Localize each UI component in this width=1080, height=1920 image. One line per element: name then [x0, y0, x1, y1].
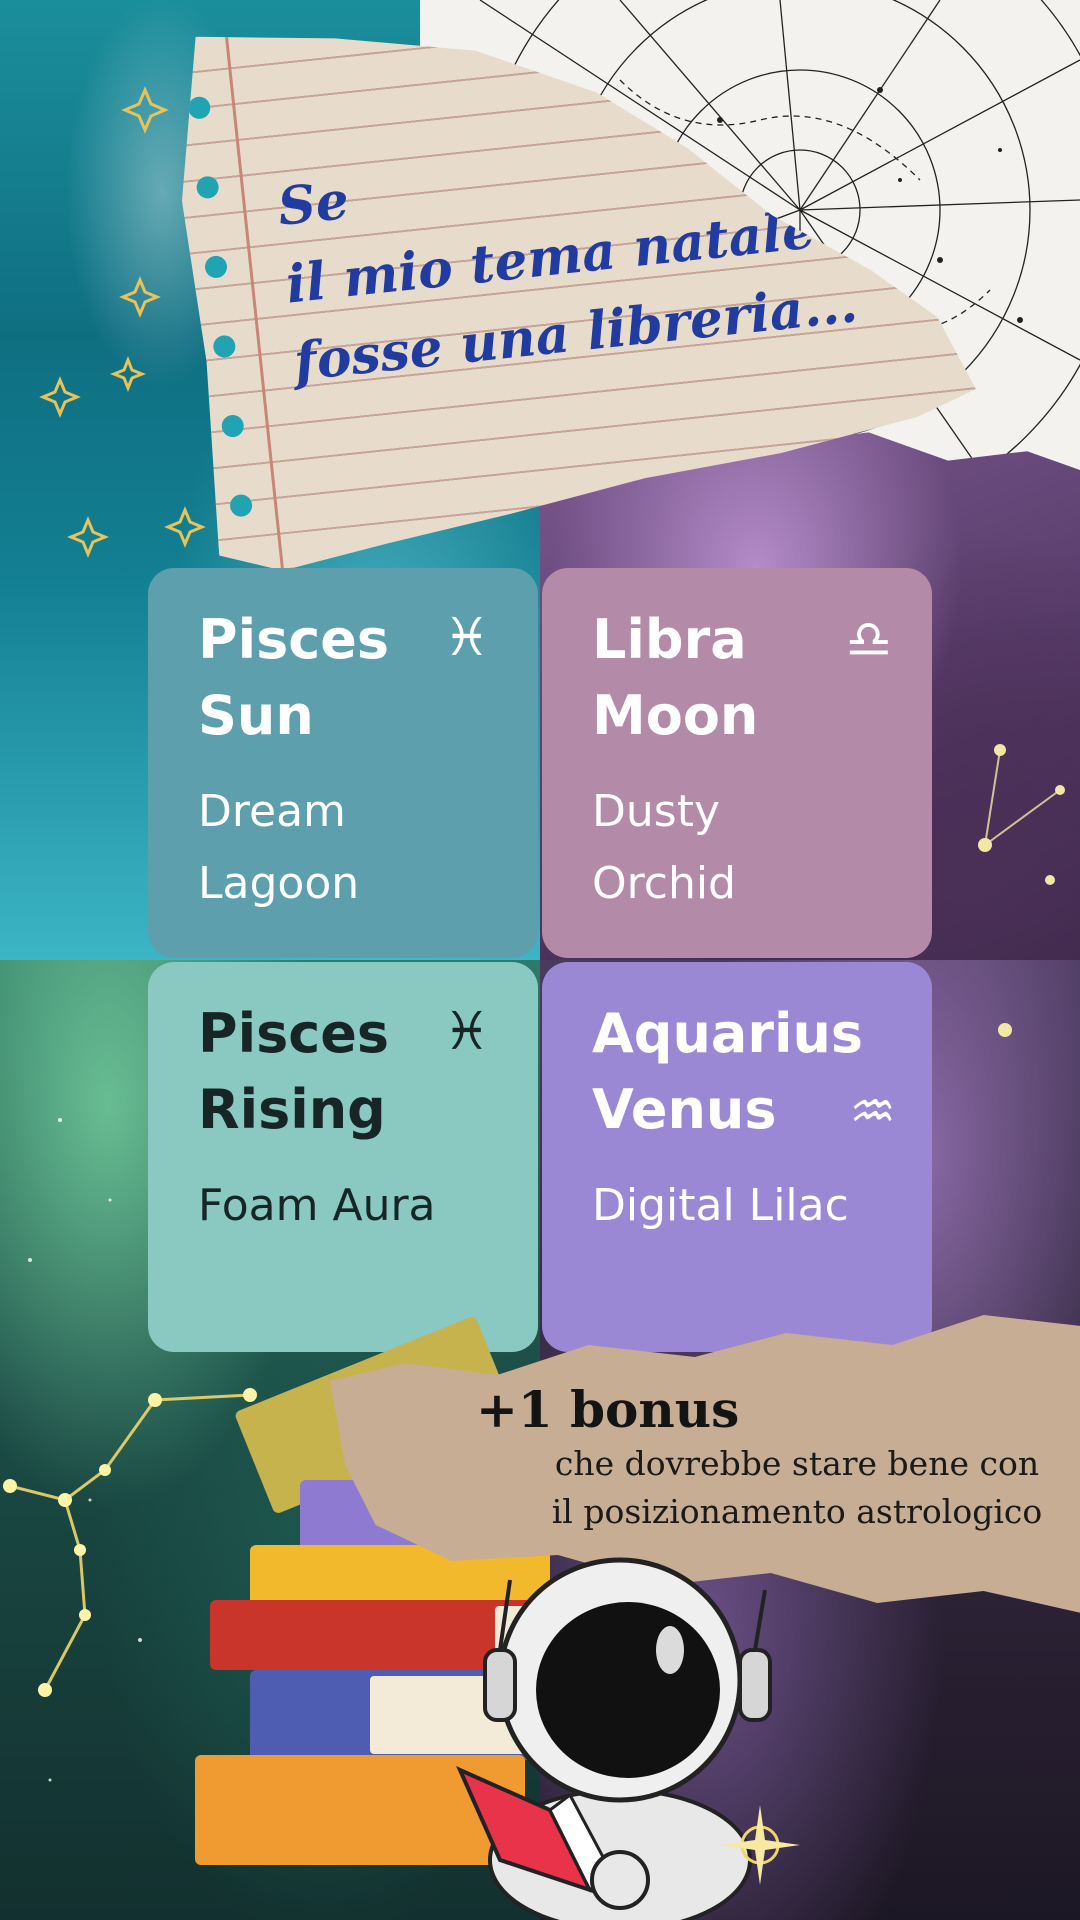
- tile-title-line: Rising: [198, 1078, 386, 1141]
- tile-subtitle: Dream Lagoon: [198, 776, 488, 920]
- bonus-title: +1 bonus: [476, 1380, 740, 1439]
- tile-pisces-rising: Pisces Rising Foam Aura ♓︎: [148, 962, 538, 1352]
- tile-subtitle: Digital Lilac: [592, 1170, 882, 1242]
- tile-title-line: Aquarius: [592, 1002, 864, 1065]
- bonus-description: che dovrebbe stare bene con il posiziona…: [524, 1440, 1070, 1536]
- bonus-line-1: che dovrebbe stare bene con: [554, 1444, 1040, 1483]
- tile-subtitle-line: Dream: [198, 786, 346, 837]
- binder-hole: [196, 175, 220, 199]
- tile-libra-moon: Libra Moon Dusty Orchid ♎︎: [542, 568, 932, 958]
- tile-title-line: Venus: [592, 1078, 777, 1141]
- tile-title: Libra Moon: [592, 602, 882, 754]
- bonus-line-2: il posizionamento astrologico: [551, 1492, 1043, 1531]
- aquarius-icon: ♒︎: [849, 1082, 896, 1142]
- tile-subtitle: Foam Aura: [198, 1170, 488, 1242]
- tile-subtitle: Dusty Orchid: [592, 776, 882, 920]
- libra-icon: ♎︎: [845, 610, 892, 670]
- pisces-icon: ♓︎: [443, 608, 490, 668]
- binder-hole: [187, 96, 211, 120]
- tile-subtitle-line: Orchid: [592, 858, 736, 909]
- tile-title-line: Moon: [592, 684, 759, 747]
- tile-title-line: Sun: [198, 684, 314, 747]
- binder-hole: [212, 334, 236, 358]
- tile-title-line: Libra: [592, 608, 747, 671]
- pisces-icon: ♓︎: [443, 1002, 490, 1062]
- tile-subtitle-line: Foam Aura: [198, 1180, 436, 1231]
- binder-hole: [204, 255, 228, 279]
- binder-hole: [229, 494, 253, 518]
- sparkle-icon: [720, 1805, 800, 1885]
- tile-subtitle-line: Digital Lilac: [592, 1180, 849, 1231]
- tile-pisces-sun: Pisces Sun Dream Lagoon ♓︎: [148, 568, 538, 958]
- tile-subtitle-line: Lagoon: [198, 858, 360, 909]
- tile-title: Aquarius Venus: [592, 996, 882, 1148]
- tile-aquarius-venus: Aquarius Venus Digital Lilac ♒︎: [542, 962, 932, 1352]
- margin-line: [225, 33, 284, 570]
- tile-subtitle-line: Dusty: [592, 786, 720, 837]
- binder-hole: [221, 414, 245, 438]
